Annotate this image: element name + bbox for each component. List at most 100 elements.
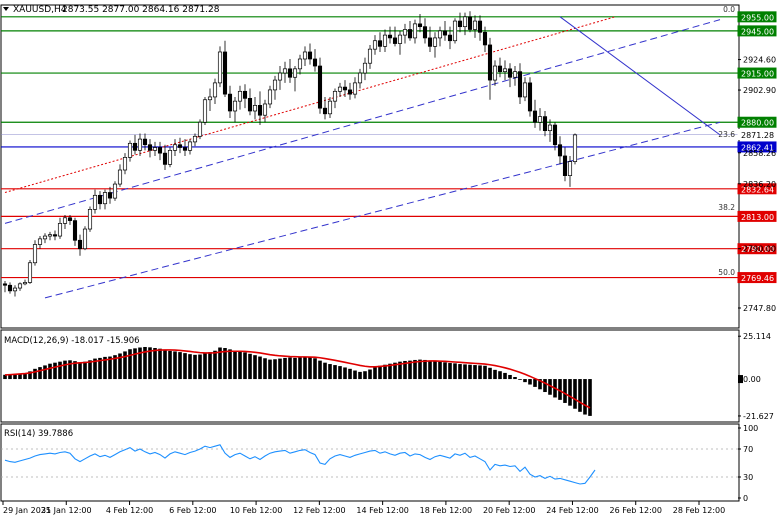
candle [537, 116, 543, 123]
macd-bar [318, 360, 322, 380]
level-label-2769.46: 2769.46 [741, 274, 774, 283]
candle [512, 71, 518, 78]
rsi-tick-label: 70 [743, 445, 753, 454]
price-tick-label: 2790.00 [743, 245, 776, 254]
macd-bar [428, 360, 432, 380]
candle [27, 262, 33, 283]
candle [367, 48, 373, 64]
candle [347, 89, 353, 95]
candle [547, 124, 553, 132]
candle [67, 217, 73, 221]
candle [447, 34, 453, 42]
macd-bar [33, 368, 37, 380]
candle [37, 238, 43, 245]
macd-bar [243, 352, 247, 380]
x-tick-label: 20 Feb 12:00 [483, 506, 535, 515]
macd-bar [528, 379, 532, 385]
macd-bar [198, 354, 202, 380]
macd-bar [323, 362, 327, 380]
candle [407, 29, 413, 39]
candle [227, 93, 233, 112]
macd-bar [88, 360, 92, 380]
macd-bar [48, 363, 52, 380]
macd-bar [228, 349, 232, 380]
candle [242, 90, 248, 99]
macd-bar [328, 364, 332, 380]
macd-bar [238, 351, 242, 380]
macd-bar [358, 371, 362, 380]
macd-bar [433, 360, 437, 380]
candle [262, 103, 268, 116]
candle [282, 68, 288, 74]
macd-bar [488, 367, 492, 380]
candle [287, 68, 293, 78]
candle [302, 51, 308, 60]
price-tick-label: 2836.20 [743, 180, 776, 189]
candle [442, 30, 448, 36]
candle [272, 79, 278, 91]
level-label-2945.00: 2945.00 [741, 27, 774, 36]
candle [172, 144, 178, 151]
macd-bar [268, 359, 272, 380]
candle [502, 68, 508, 72]
candle [322, 107, 328, 115]
candle [22, 282, 28, 285]
candle [477, 20, 483, 33]
candle [357, 72, 363, 84]
candle [327, 100, 333, 115]
macd-bar [163, 350, 167, 380]
macd-bar [443, 362, 447, 380]
rsi-tick-label: 30 [743, 473, 753, 482]
macd-bar [383, 364, 387, 380]
candle [392, 37, 398, 44]
price-tick-label: 2858.26 [743, 149, 776, 158]
candle [102, 192, 108, 205]
macd-bar [43, 365, 47, 380]
candle [7, 284, 13, 292]
candle [267, 89, 273, 105]
candle [92, 194, 98, 210]
macd-tick-label: 25.114 [743, 332, 771, 341]
macd-bar [153, 348, 157, 380]
candle [72, 220, 78, 241]
candle [112, 183, 118, 199]
rsi-tick-label: 0 [743, 494, 748, 503]
candle [542, 116, 548, 132]
macd-bar [173, 351, 177, 380]
macd-bar [448, 363, 452, 380]
macd-bar [263, 358, 267, 380]
x-tick-label: 26 Feb 12:00 [609, 506, 661, 515]
macd-bar [478, 365, 482, 380]
macd-bar [583, 379, 587, 415]
trading-chart[interactable]: 2955.00 2945.00 2915.00 2880.00 2871.28 2862.… [0, 0, 780, 520]
macd-bar [188, 354, 192, 380]
macd-bar [438, 361, 442, 380]
candle [517, 71, 523, 98]
candle [277, 72, 283, 81]
candle [342, 86, 348, 91]
macd-bar [183, 353, 187, 380]
macd-bar [423, 359, 427, 380]
candle [212, 82, 218, 98]
candle [162, 152, 168, 165]
macd-tick-label: 0.00 [743, 375, 761, 384]
macd-bar [338, 366, 342, 380]
candle [107, 192, 113, 199]
macd-bar [293, 357, 297, 380]
candle [122, 157, 128, 171]
candle [217, 51, 223, 84]
macd-bar [258, 356, 262, 380]
macd-bar [543, 379, 547, 393]
candle [472, 20, 478, 30]
macd-bar [53, 362, 57, 380]
candle [152, 147, 158, 151]
level-label-2955.00: 2955.00 [741, 13, 774, 22]
candle [47, 234, 53, 237]
macd-bar [463, 364, 467, 380]
macd-bar [508, 374, 512, 380]
macd-bar [308, 357, 312, 380]
candle [97, 194, 103, 205]
macd-bar [483, 365, 487, 380]
candle [157, 147, 163, 154]
candle [427, 37, 433, 47]
